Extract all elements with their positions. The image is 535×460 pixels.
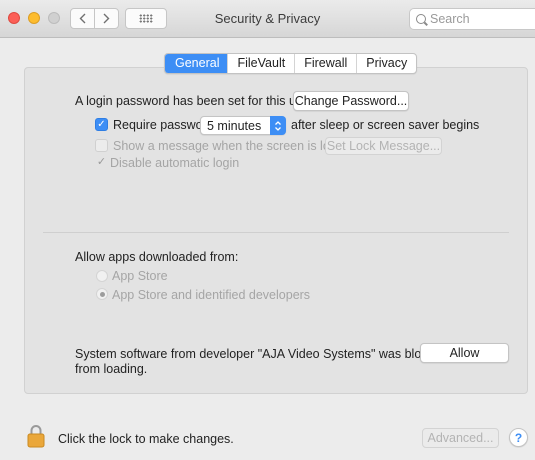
advanced-button[interactable]: Advanced... bbox=[422, 428, 499, 448]
search-icon bbox=[416, 14, 426, 24]
search-placeholder: Search bbox=[430, 12, 470, 26]
after-sleep-text: after sleep or screen saver begins bbox=[291, 118, 480, 132]
tab-filevault[interactable]: FileVault bbox=[227, 54, 294, 73]
lock-icon[interactable] bbox=[27, 424, 45, 448]
disable-autologin-checkbox[interactable]: ✓ bbox=[95, 156, 108, 169]
radio-app-store-label: App Store bbox=[112, 269, 168, 283]
tab-bar: General FileVault Firewall Privacy bbox=[164, 53, 418, 74]
tab-general[interactable]: General bbox=[165, 54, 228, 73]
radio-identified-developers[interactable] bbox=[96, 288, 108, 300]
show-all-button[interactable] bbox=[125, 8, 167, 29]
allow-apps-heading: Allow apps downloaded from: bbox=[75, 250, 239, 264]
updown-chevron-icon bbox=[270, 116, 286, 135]
footer-bar: Click the lock to make changes. Advanced… bbox=[0, 412, 535, 460]
radio-identified-developers-label: App Store and identified developers bbox=[112, 288, 311, 302]
checkmark-icon: ✓ bbox=[96, 156, 107, 168]
chevron-right-icon bbox=[103, 13, 110, 24]
require-password-delay-select[interactable]: 5 minutes bbox=[200, 116, 286, 135]
set-lock-message-button[interactable]: Set Lock Message... bbox=[325, 137, 442, 155]
chevron-left-icon bbox=[79, 13, 86, 24]
login-password-text: A login password has been set for this u… bbox=[75, 94, 314, 108]
section-divider bbox=[43, 232, 509, 233]
window-title: Security & Privacy bbox=[214, 11, 321, 26]
search-field[interactable]: Search bbox=[409, 8, 535, 30]
require-password-checkbox[interactable]: ✓ bbox=[95, 118, 108, 131]
back-button[interactable] bbox=[70, 8, 95, 29]
zoom-button[interactable] bbox=[48, 12, 60, 24]
lock-hint-text: Click the lock to make changes. bbox=[58, 432, 234, 446]
disable-autologin-label: Disable automatic login bbox=[110, 156, 240, 170]
tab-firewall[interactable]: Firewall bbox=[294, 54, 356, 73]
blocked-software-text-line2: from loading. bbox=[75, 362, 148, 376]
close-button[interactable] bbox=[8, 12, 20, 24]
show-message-checkbox[interactable] bbox=[95, 139, 108, 152]
change-password-button[interactable]: Change Password... bbox=[293, 91, 409, 111]
minimize-button[interactable] bbox=[28, 12, 40, 24]
require-password-delay-value: 5 minutes bbox=[207, 118, 262, 133]
allow-button[interactable]: Allow bbox=[420, 343, 509, 363]
checkmark-icon: ✓ bbox=[97, 118, 106, 130]
forward-button[interactable] bbox=[94, 8, 119, 29]
require-password-label: Require password bbox=[113, 118, 214, 132]
tab-privacy[interactable]: Privacy bbox=[356, 54, 416, 73]
help-button[interactable]: ? bbox=[509, 428, 528, 447]
title-bar: Security & Privacy Search bbox=[0, 0, 535, 38]
radio-app-store[interactable] bbox=[96, 270, 108, 282]
blocked-software-text-line1: System software from developer "AJA Vide… bbox=[75, 347, 448, 361]
show-message-label: Show a message when the screen is locked bbox=[113, 139, 357, 153]
help-icon: ? bbox=[514, 430, 523, 445]
grid-icon bbox=[139, 14, 153, 23]
